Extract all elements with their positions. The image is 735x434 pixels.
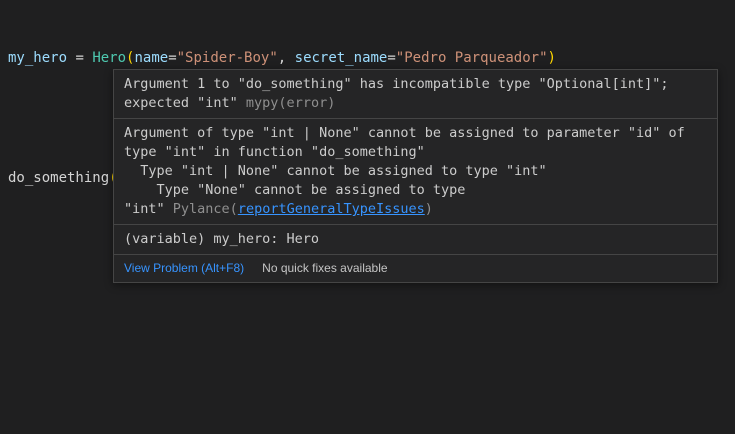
hover-section-variable-type: (variable) my_hero: Hero [114,224,717,254]
mypy-message-line: Argument 1 to "do_something" has incompa… [124,75,707,94]
code-token: "Spider-Boy" [177,50,278,66]
variable-type-line: (variable) my_hero: Hero [124,230,707,249]
hover-tooltip: Argument 1 to "do_something" has incompa… [113,69,718,283]
code-token: = [67,50,92,66]
hover-status-bar: View Problem (Alt+F8) No quick fixes ava… [114,254,717,282]
code-token: Argument 1 to "do_something" has incompa… [124,76,669,92]
no-quick-fixes-label: No quick fixes available [262,259,387,278]
code-token: Hero [92,50,126,66]
code-token: "int" [124,201,173,217]
code-token: secret_name [295,50,388,66]
view-problem-link[interactable]: View Problem (Alt+F8) [124,259,244,278]
code-token: (variable) my_hero: Hero [124,231,319,247]
code-token: Pylance( [173,201,238,217]
code-token: Argument of type "int | None" cannot be … [124,125,685,141]
code-token: type "int" in function "do_something" [124,144,425,160]
code-token: ) [548,50,556,66]
pylance-message-line: Type "int | None" cannot be assigned to … [124,162,707,181]
code-token: "Pedro Parqueador" [396,50,548,66]
hover-section-mypy: Argument 1 to "do_something" has incompa… [114,70,717,118]
code-token: = [387,50,395,66]
code-token: name [134,50,168,66]
pylance-message-line: type "int" in function "do_something" [124,143,707,162]
mypy-error-source-label: mypy(error) [246,95,335,111]
code-line-1[interactable]: my_hero = Hero(name="Spider-Boy", secret… [8,48,735,68]
pylance-rule-link[interactable]: reportGeneralTypeIssues [238,201,425,217]
code-token: , [278,50,295,66]
code-token: = [168,50,176,66]
code-token: expected "int" [124,95,246,111]
code-token: my_hero [8,50,67,66]
hover-section-pylance: Argument of type "int | None" cannot be … [114,118,717,224]
code-token: do_something [8,170,109,186]
code-token: Type "None" cannot be assigned to type [124,182,465,198]
code-token: Type "int | None" cannot be assigned to … [124,163,547,179]
pylance-message-line: Type "None" cannot be assigned to type [124,181,707,200]
mypy-message-line: expected "int" mypy(error) [124,94,707,113]
pylance-message-line: Argument of type "int | None" cannot be … [124,124,707,143]
pylance-message-line: "int" Pylance(reportGeneralTypeIssues) [124,200,707,219]
code-token: ) [425,201,433,217]
